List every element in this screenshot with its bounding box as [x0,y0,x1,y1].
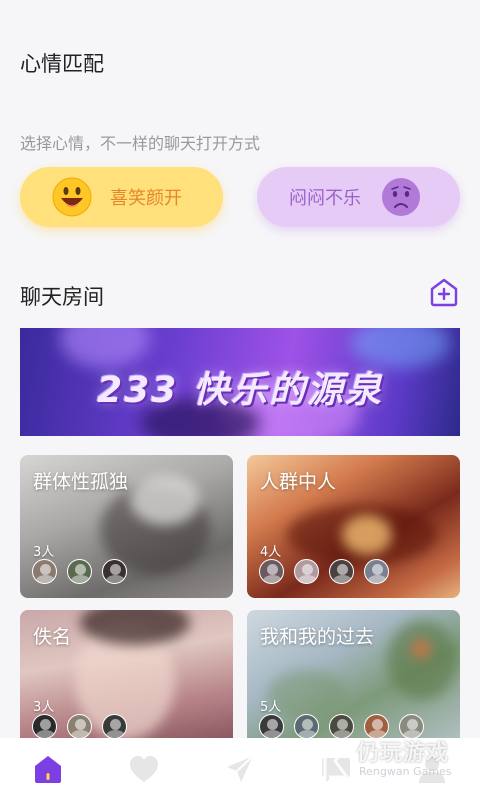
avatar [102,559,127,584]
room-card[interactable]: 群体性孤独 3人 [20,455,233,598]
tab-profile[interactable] [384,738,480,800]
member-avatars [259,559,399,584]
avatar [32,714,57,739]
room-member-count: 5人 [260,700,282,715]
mood-match-subtitle: 选择心情，不一样的聊天打开方式 [20,134,261,153]
member-avatars [259,714,434,739]
avatar [364,559,389,584]
avatar [294,714,319,739]
room-member-count: 4人 [260,545,282,560]
mood-match-title: 心情匹配 [20,52,104,76]
tab-send[interactable] [192,738,288,800]
room-member-count: 3人 [33,545,55,560]
room-name: 群体性孤独 [33,471,129,493]
room-name: 佚名 [33,626,72,648]
avatar [259,559,284,584]
tab-chat[interactable] [288,738,384,800]
room-card[interactable]: 我和我的过去 5人 [247,610,460,753]
room-card[interactable]: 人群中人 4人 [247,455,460,598]
avatar [259,714,284,739]
banner-text: 233 快乐的源泉 [97,370,383,411]
tab-match[interactable] [96,738,192,800]
avatar [294,559,319,584]
avatar [32,559,57,584]
heart-icon [130,756,158,782]
avatar [364,714,389,739]
avatar [329,714,354,739]
avatar [329,559,354,584]
member-avatars [32,559,137,584]
happy-face-icon [52,177,92,217]
sad-mood-label: 闷闷不乐 [289,188,361,209]
avatar [102,714,127,739]
bottom-tab-bar [0,738,480,800]
add-room-icon[interactable] [428,276,460,308]
room-name: 人群中人 [260,471,337,493]
tab-home[interactable] [0,738,96,800]
room-member-count: 3人 [33,700,55,715]
sad-mood-button[interactable]: 闷闷不乐 [257,167,460,227]
banner-233[interactable]: 233 快乐的源泉 [20,328,460,436]
chat-rooms-title: 聊天房间 [20,285,104,309]
profile-icon [419,757,445,783]
happy-mood-label: 喜笑颜开 [110,188,182,209]
member-avatars [32,714,137,739]
room-card[interactable]: 佚名 3人 [20,610,233,753]
avatar [399,714,424,739]
avatar [67,559,92,584]
happy-mood-button[interactable]: 喜笑颜开 [20,167,223,227]
home-icon [35,756,61,783]
sad-face-icon [382,178,420,216]
send-icon [227,755,254,782]
chat-icon [322,758,350,782]
avatar [67,714,92,739]
room-name: 我和我的过去 [260,626,375,648]
